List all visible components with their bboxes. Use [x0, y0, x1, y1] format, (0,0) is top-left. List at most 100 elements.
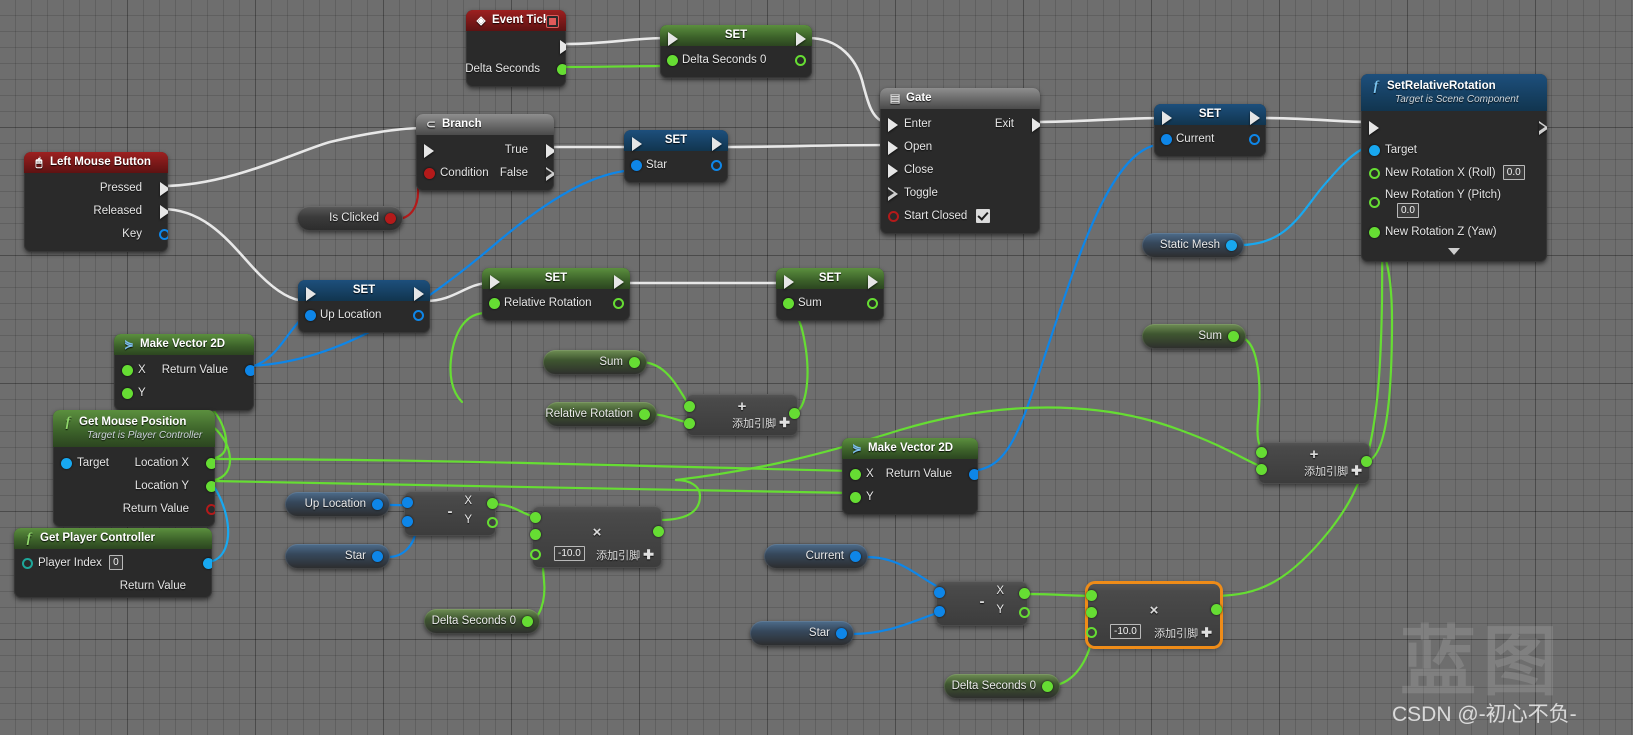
- node-set-relative-rotation-var[interactable]: SET Relative Rotation: [482, 268, 630, 321]
- return-value-output-pin[interactable]: [203, 558, 212, 569]
- current-output-pin[interactable]: [850, 551, 861, 562]
- exec-output-pin[interactable]: [614, 275, 624, 289]
- up-location-output-pin[interactable]: [372, 499, 383, 510]
- delta-seconds-output-pin[interactable]: [522, 616, 533, 627]
- multiply-output-pin[interactable]: [1211, 604, 1222, 615]
- node-get-sum-mid[interactable]: Sum: [543, 350, 647, 375]
- roll-input-pin[interactable]: [1369, 168, 1380, 179]
- delta-seconds-output-pin[interactable]: [1042, 681, 1053, 692]
- false-exec-output-pin[interactable]: [546, 167, 554, 181]
- pitch-value-field[interactable]: 0.0: [1397, 203, 1419, 219]
- node-get-static-mesh[interactable]: Static Mesh: [1142, 233, 1244, 258]
- relative-rotation-output-pin[interactable]: [613, 298, 624, 309]
- node-get-delta-seconds-mid[interactable]: Delta Seconds 0: [424, 609, 540, 634]
- delta-seconds-output-pin[interactable]: [795, 55, 806, 66]
- add-pin-button[interactable]: 添加引脚 ✚: [732, 415, 790, 431]
- node-get-delta-seconds-bottom[interactable]: Delta Seconds 0: [944, 674, 1060, 699]
- multiply-output-pin[interactable]: [653, 526, 664, 537]
- sum-output-pin[interactable]: [629, 357, 640, 368]
- key-output-pin[interactable]: [159, 229, 168, 240]
- enter-exec-input-pin[interactable]: [888, 118, 898, 132]
- roll-value-field[interactable]: 0.0: [1502, 165, 1525, 181]
- node-make-vector-2d-mid[interactable]: ⋟ Make Vector 2D X Return Value Y: [842, 438, 978, 515]
- player-index-value-field[interactable]: 0: [109, 555, 123, 571]
- exec-input-pin[interactable]: [632, 137, 642, 151]
- delta-seconds-output-pin[interactable]: [557, 64, 566, 75]
- node-subtract-mid[interactable]: - X Y: [402, 491, 498, 536]
- node-get-relative-rotation-mid[interactable]: Relative Rotation: [545, 402, 657, 427]
- y-input-pin[interactable]: [850, 492, 861, 503]
- exec-input-pin[interactable]: [490, 275, 500, 289]
- static-mesh-output-pin[interactable]: [1226, 240, 1237, 251]
- node-set-current[interactable]: SET Current: [1154, 104, 1266, 157]
- exec-input-pin[interactable]: [1162, 111, 1172, 125]
- add-input-pin-a[interactable]: [1256, 447, 1267, 458]
- multiply-input-pin-c[interactable]: [530, 549, 541, 560]
- node-get-star-mid[interactable]: Star: [285, 544, 390, 569]
- add-input-pin-b[interactable]: [1256, 464, 1267, 475]
- node-get-sum-right[interactable]: Sum: [1142, 324, 1246, 349]
- y-output-pin[interactable]: [487, 517, 498, 528]
- add-pin-button[interactable]: 添加引脚 ✚: [1154, 625, 1212, 641]
- multiply-constant-field[interactable]: -10.0: [1110, 624, 1141, 639]
- return-value-output-pin[interactable]: [969, 469, 978, 480]
- current-input-pin[interactable]: [1161, 134, 1172, 145]
- y-input-pin[interactable]: [122, 388, 133, 399]
- node-multiply-bottom[interactable]: × -10.0 添加引脚 ✚: [1086, 584, 1222, 646]
- node-set-delta-seconds[interactable]: SET Delta Seconds 0: [660, 25, 812, 78]
- subtract-input-pin-b[interactable]: [934, 606, 945, 617]
- node-get-up-location[interactable]: Up Location: [285, 492, 390, 517]
- up-location-input-pin[interactable]: [305, 310, 316, 321]
- exec-input-pin[interactable]: [668, 32, 678, 46]
- add-pin-button[interactable]: 添加引脚 ✚: [596, 547, 654, 563]
- start-closed-checkbox[interactable]: [976, 208, 991, 223]
- multiply-input-pin-b[interactable]: [530, 529, 541, 540]
- node-set-star-top[interactable]: SET Star: [624, 130, 728, 183]
- x-output-pin[interactable]: [487, 498, 498, 509]
- multiply-input-pin-a[interactable]: [1086, 590, 1097, 601]
- node-get-is-clicked[interactable]: Is Clicked: [297, 206, 403, 231]
- star-output-pin[interactable]: [372, 551, 383, 562]
- exec-output-pin[interactable]: [796, 32, 806, 46]
- node-get-current-bottom[interactable]: Current: [764, 544, 868, 569]
- return-value-output-pin[interactable]: [206, 504, 215, 515]
- exec-input-pin[interactable]: [784, 275, 794, 289]
- node-event-tick[interactable]: ◈ Event Tick Delta Seconds: [466, 10, 566, 87]
- open-exec-input-pin[interactable]: [888, 141, 898, 155]
- x-output-pin[interactable]: [1019, 588, 1030, 599]
- multiply-input-pin-b[interactable]: [1086, 607, 1097, 618]
- subtract-input-pin-a[interactable]: [402, 497, 413, 508]
- node-set-up-location[interactable]: SET Up Location: [298, 280, 430, 333]
- sum-input-pin[interactable]: [783, 298, 794, 309]
- node-subtract-bottom[interactable]: - X Y: [934, 581, 1030, 626]
- up-location-output-pin[interactable]: [413, 310, 424, 321]
- x-input-pin[interactable]: [122, 365, 133, 376]
- stop-button-icon[interactable]: [546, 15, 559, 28]
- start-closed-input-pin[interactable]: [888, 211, 899, 222]
- multiply-input-pin-a[interactable]: [530, 512, 541, 523]
- sum-output-pin[interactable]: [867, 298, 878, 309]
- location-x-output-pin[interactable]: [206, 458, 215, 469]
- condition-input-pin[interactable]: [424, 168, 435, 179]
- star-output-pin[interactable]: [836, 628, 847, 639]
- current-output-pin[interactable]: [1249, 134, 1260, 145]
- exec-input-pin[interactable]: [424, 144, 434, 158]
- node-set-relative-rotation-function[interactable]: f SetRelativeRotation Target is Scene Com…: [1361, 74, 1547, 262]
- relative-rotation-input-pin[interactable]: [489, 298, 500, 309]
- node-get-player-controller[interactable]: f Get Player Controller Player Index 0 Re…: [14, 528, 212, 598]
- node-add-mid[interactable]: + 添加引脚 ✚: [684, 394, 800, 436]
- is-clicked-output-pin[interactable]: [385, 213, 396, 224]
- close-exec-input-pin[interactable]: [888, 164, 898, 178]
- node-multiply-mid[interactable]: × -10.0 添加引脚 ✚: [530, 506, 664, 568]
- player-index-input-pin[interactable]: [22, 558, 33, 569]
- add-output-pin[interactable]: [1361, 456, 1372, 467]
- pitch-input-pin[interactable]: [1369, 197, 1380, 208]
- node-branch[interactable]: ⊂ Branch True Condition False: [416, 114, 554, 191]
- node-left-mouse-button[interactable]: 🖱 Left Mouse Button Pressed Released Key: [24, 152, 168, 252]
- exec-output-pin[interactable]: [414, 287, 424, 301]
- multiply-constant-field[interactable]: -10.0: [554, 546, 585, 561]
- true-exec-output-pin[interactable]: [546, 144, 554, 158]
- exit-exec-output-pin[interactable]: [1032, 118, 1040, 132]
- exec-output-pin[interactable]: [712, 137, 722, 151]
- node-set-sum[interactable]: SET Sum: [776, 268, 884, 321]
